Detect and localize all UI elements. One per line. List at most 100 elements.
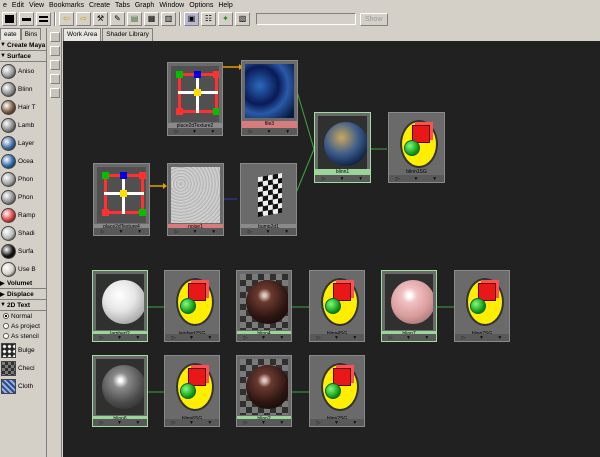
port-arrow-icon[interactable]: ▼ [334,420,339,426]
port-arrow-icon[interactable]: ▼ [334,335,339,341]
port-arrow-icon[interactable]: ▼ [192,129,197,135]
port-icon[interactable]: ▷ [175,229,179,235]
port-arrow-icon[interactable]: ▼ [285,129,290,135]
menu-view[interactable]: View [29,1,44,10]
layout-split-icon[interactable] [19,12,34,26]
menu-graph[interactable]: Graph [135,1,154,10]
graph-network-icon[interactable]: ✦ [218,12,233,26]
node-blinn4sg[interactable]: blinn4SG ▷▼▼ [309,270,365,342]
texture-item-bulge[interactable]: Bulge [0,341,46,359]
port-icon[interactable]: ▷ [317,420,321,426]
side-button-icon[interactable] [50,32,60,42]
port-arrow-icon[interactable]: ▼ [135,420,140,426]
texture-item-checker[interactable]: Checl [0,359,46,377]
surface-item[interactable]: Surfa [0,242,46,260]
textures-2d-header[interactable]: ▼ 2D Text [0,300,46,311]
radio-as-stencil[interactable]: As stencil [0,331,46,341]
side-button-icon[interactable] [50,88,60,98]
port-arrow-icon[interactable]: ▼ [117,420,122,426]
radio-as-projection[interactable]: As project [0,321,46,331]
displacement-header[interactable]: ▶ Displace [0,289,46,300]
input-icon[interactable]: ▥ [161,12,176,26]
port-icon[interactable]: ▷ [100,335,104,341]
input-output-icon[interactable]: ▦ [144,12,159,26]
port-icon[interactable]: ▷ [101,229,105,235]
port-icon[interactable]: ▷ [175,129,179,135]
port-arrow-icon[interactable]: ▼ [352,335,357,341]
menu-help[interactable]: Help [218,1,232,10]
show-button[interactable]: Show [360,12,388,26]
port-icon[interactable]: ▷ [322,176,326,182]
tab-bins[interactable]: Bins [20,28,42,40]
surface-item[interactable]: Layer [0,134,46,152]
node-blinn7sg[interactable]: blinn7SG ▷▼▼ [454,270,510,342]
port-icon[interactable]: ▷ [172,335,176,341]
port-arrow-icon[interactable]: ▼ [432,176,437,182]
menu-create[interactable]: Create [89,1,110,10]
forward-arrow-icon[interactable]: ⇨ [76,12,91,26]
port-arrow-icon[interactable]: ▼ [266,129,271,135]
port-arrow-icon[interactable]: ▼ [137,229,142,235]
port-icon[interactable]: ▷ [248,229,252,235]
menu-tabs[interactable]: Tabs [115,1,130,10]
clear-icon[interactable]: ✎ [110,12,125,26]
port-icon[interactable]: ▷ [249,129,253,135]
port-arrow-icon[interactable]: ▼ [117,335,122,341]
node-blinn1sg[interactable]: blinn1SG ▷ ▼ ▼ [388,112,445,183]
node-blinn4[interactable]: blinn4 ▷▼▼ [236,270,292,342]
port-icon[interactable]: ▷ [462,335,466,341]
port-arrow-icon[interactable]: ▼ [261,335,266,341]
port-arrow-icon[interactable]: ▼ [279,420,284,426]
port-icon[interactable]: ▷ [396,176,400,182]
layout-bottom-icon[interactable] [36,12,51,26]
surface-item[interactable]: Blinn [0,80,46,98]
tab-create[interactable]: eate [0,28,21,40]
menu-window[interactable]: Window [159,1,184,10]
port-arrow-icon[interactable]: ▼ [265,229,270,235]
node-blinn1[interactable]: blinn1 ▷ ▼ ▼ [314,112,371,183]
port-icon[interactable]: ▷ [244,420,248,426]
texture-item-cloth[interactable]: Cloth [0,377,46,395]
port-arrow-icon[interactable]: ▼ [189,335,194,341]
work-area-graph[interactable]: place2dTexture2 ▷ ▼ ▼ file3 ▷ ▼ ▼ blinn1 ▷ ▼ ▼… [63,41,600,457]
port-icon[interactable]: ▷ [317,335,321,341]
node-bump2d1[interactable]: bump2d1 ▷ ▼ ▼ [240,163,297,236]
surface-item[interactable]: Phon [0,188,46,206]
node-blinn2sg[interactable]: blinn2SG ▷▼▼ [309,355,365,427]
port-arrow-icon[interactable]: ▼ [210,129,215,135]
side-button-icon[interactable] [50,74,60,84]
port-arrow-icon[interactable]: ▼ [211,229,216,235]
surface-item[interactable]: Lamb [0,116,46,134]
node-place2dtexture2[interactable]: place2dTexture2 ▷ ▼ ▼ [167,62,223,136]
swatch-icon[interactable]: ▧ [235,12,250,26]
port-arrow-icon[interactable]: ▼ [406,335,411,341]
port-arrow-icon[interactable]: ▼ [118,229,123,235]
surface-item[interactable]: Ramp [0,206,46,224]
port-arrow-icon[interactable]: ▼ [279,335,284,341]
surface-item[interactable]: Ocea [0,152,46,170]
node-blinn2[interactable]: blinn2 ▷▼▼ [236,355,292,427]
graph-icon[interactable]: ⚒ [93,12,108,26]
node-blinn6sg[interactable]: blinn6SG ▷▼▼ [164,355,220,427]
surface-item[interactable]: Use B [0,260,46,278]
menu-file[interactable]: e [3,1,7,10]
radio-normal[interactable]: Normal [0,311,46,321]
port-arrow-icon[interactable]: ▼ [497,335,502,341]
port-arrow-icon[interactable]: ▼ [261,420,266,426]
node-lambert2[interactable]: lambert2 ▷▼▼ [92,270,148,342]
tab-shader-library[interactable]: Shader Library [102,28,153,41]
connections-icon[interactable]: ▣ [184,12,199,26]
volumetric-header[interactable]: ▶ Volumet [0,278,46,289]
node-place2dtexture4[interactable]: place2dTexture4 ▷ ▼ ▼ [93,163,150,236]
port-arrow-icon[interactable]: ▼ [358,176,363,182]
node-blinn6[interactable]: blinn6 ▷▼▼ [92,355,148,427]
node-blinn7[interactable]: blinn7 ▷▼▼ [381,270,437,342]
port-arrow-icon[interactable]: ▼ [339,176,344,182]
port-arrow-icon[interactable]: ▼ [284,229,289,235]
rearrange-icon[interactable]: ▤ [127,12,142,26]
port-arrow-icon[interactable]: ▼ [135,335,140,341]
layout-single-icon[interactable] [2,12,17,26]
port-arrow-icon[interactable]: ▼ [207,420,212,426]
port-icon[interactable]: ▷ [244,335,248,341]
menu-edit[interactable]: Edit [12,1,24,10]
